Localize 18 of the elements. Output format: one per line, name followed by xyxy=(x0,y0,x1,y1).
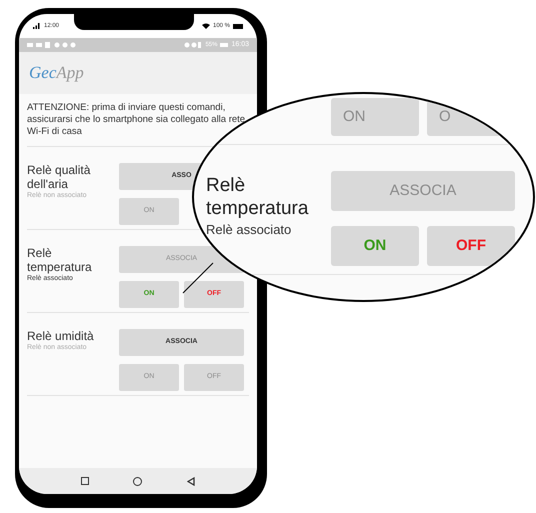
relay-name: Relè qualità dell'aria xyxy=(27,163,92,191)
warning-text: ATTENZIONE: prima di inviare questi comandi, assicurarsi che lo smartphone sia collegato alla rete Wi-Fi di casa xyxy=(27,102,246,138)
wifi-icon xyxy=(202,23,210,29)
signal-icon xyxy=(33,23,41,29)
on-button[interactable]: ON xyxy=(331,226,419,266)
battery-icon xyxy=(233,24,243,28)
off-button[interactable]: OFF xyxy=(427,226,515,266)
associate-button[interactable]: ASSOCIA xyxy=(331,171,515,211)
back-icon xyxy=(186,476,195,486)
relay-name: Relè umidità xyxy=(27,329,95,343)
square-icon xyxy=(81,477,90,485)
relay-name: Relè temperatura xyxy=(27,246,93,274)
status-icons-drawing xyxy=(27,42,77,48)
status-icons-drawing xyxy=(184,42,202,48)
relay-status: Relè associato xyxy=(206,221,292,239)
app-logo: GecApp xyxy=(29,62,84,84)
on-off-button[interactable]: ON xyxy=(331,98,419,136)
battery-icon xyxy=(220,43,228,47)
